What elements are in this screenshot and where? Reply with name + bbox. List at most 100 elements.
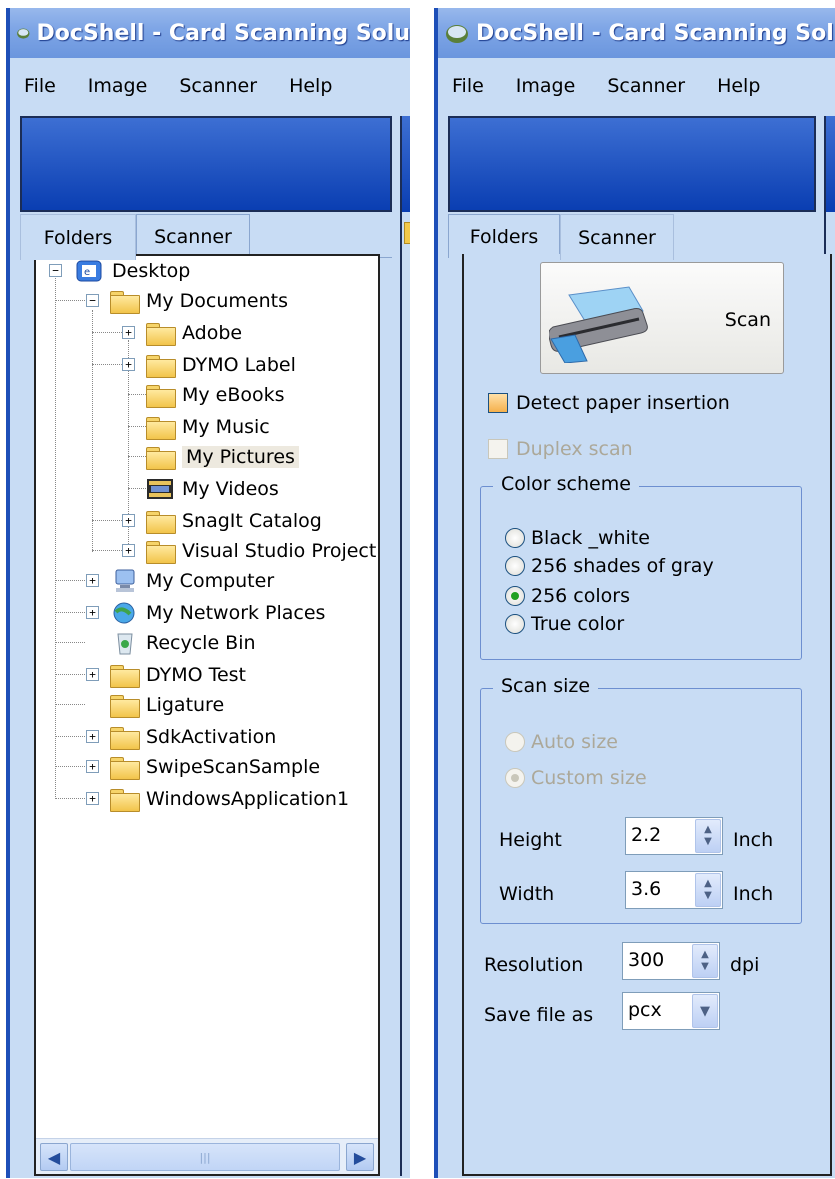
folder-tree[interactable]: − − + + + + + + + + + + e Desktop My Doc… [34, 254, 380, 1176]
folder-icon [110, 725, 140, 750]
radio-256-gray[interactable]: 256 shades of gray [505, 555, 714, 577]
menu-image[interactable]: Image [516, 75, 576, 97]
resolution-unit: dpi [730, 954, 760, 976]
horizontal-scrollbar[interactable]: ◀ ||| ▶ [36, 1138, 378, 1174]
expand-network-places[interactable]: + [86, 606, 99, 619]
right-window: DocShell - Card Scanning Sol File Image … [434, 8, 835, 1178]
scroll-left-button[interactable]: ◀ [40, 1143, 68, 1171]
folder-icon [110, 663, 140, 688]
tab-folders[interactable]: Folders [448, 214, 560, 258]
radio-custom-size: Custom size [505, 767, 647, 789]
menu-file[interactable]: File [452, 75, 484, 97]
tree-item-snagit-catalog[interactable]: SnagIt Catalog [146, 506, 322, 536]
scroll-thumb[interactable]: ||| [70, 1143, 340, 1171]
docshell-app-icon [446, 25, 468, 43]
menu-scanner[interactable]: Scanner [607, 75, 685, 97]
radio-dot [505, 528, 525, 548]
radio-true-color[interactable]: True color [505, 613, 624, 635]
chevron-down-icon[interactable]: ▼ [692, 994, 718, 1028]
expand-visual-studio[interactable]: + [122, 544, 135, 557]
tree-label: SdkActivation [146, 726, 277, 748]
menu-scanner[interactable]: Scanner [179, 75, 257, 97]
window-title: DocShell - Card Scanning Solu [36, 20, 410, 46]
folder-icon [146, 353, 176, 378]
spin-arrows-icon[interactable]: ▲ ▼ [695, 873, 721, 907]
computer-icon [115, 569, 135, 592]
tree-label: Visual Studio Project [182, 540, 377, 562]
title-bar[interactable]: DocShell - Card Scanning Solu [10, 8, 410, 58]
tree-label: SnagIt Catalog [182, 510, 322, 532]
tree-item-sdkactivation[interactable]: SdkActivation [110, 722, 276, 752]
tree-item-ligature[interactable]: Ligature [110, 690, 224, 720]
svg-text:e: e [84, 267, 90, 278]
tree-item-recycle-bin[interactable]: Recycle Bin [110, 628, 256, 658]
folder-icon [404, 222, 410, 244]
tree-item-my-videos[interactable]: My Videos [146, 474, 279, 504]
tree-label: SwipeScanSample [146, 756, 321, 778]
tree-item-dymo-test[interactable]: DYMO Test [110, 660, 246, 690]
menu-help[interactable]: Help [717, 75, 760, 97]
expand-sdkactivation[interactable]: + [86, 730, 99, 743]
tree-item-my-network-places[interactable]: My Network Places [110, 598, 325, 628]
tree-item-adobe[interactable]: Adobe [146, 318, 242, 348]
radio-label: Black _white [531, 527, 650, 549]
tree-item-my-pictures[interactable]: My Pictures [146, 442, 299, 472]
tree-item-dymo-label[interactable]: DYMO Label [146, 350, 296, 380]
detect-paper-checkbox[interactable]: Detect paper insertion [488, 392, 730, 414]
scan-button[interactable]: Scan [540, 262, 784, 374]
scroll-right-button[interactable]: ▶ [346, 1143, 374, 1171]
scan-size-group: Scan size Auto size Custom size Height 2… [480, 675, 802, 924]
documents-folder-icon [110, 289, 140, 314]
collapse-desktop[interactable]: − [49, 264, 62, 277]
tree-label: Recycle Bin [146, 632, 256, 654]
videos-folder-icon [147, 479, 173, 499]
folder-icon [146, 383, 176, 408]
tree-item-my-computer[interactable]: My Computer [110, 566, 274, 596]
docshell-app-icon [17, 28, 30, 39]
radio-black-white[interactable]: Black _white [505, 527, 650, 549]
save-as-label: Save file as [484, 1004, 594, 1026]
scan-label: Scan [724, 309, 771, 331]
menu-file[interactable]: File [24, 75, 56, 97]
expand-snagit-catalog[interactable]: + [122, 514, 135, 527]
folder-icon [146, 321, 176, 346]
collapse-my-documents[interactable]: − [86, 294, 99, 307]
tree-item-my-documents[interactable]: My Documents [110, 286, 288, 316]
radio-label: Auto size [531, 731, 618, 753]
tree-item-desktop[interactable]: e Desktop [74, 256, 190, 286]
resolution-spinner[interactable]: 300 ▲ ▼ [622, 942, 720, 980]
expand-adobe[interactable]: + [122, 326, 135, 339]
expand-windowsapplication1[interactable]: + [86, 792, 99, 805]
tab-scanner[interactable]: Scanner [560, 214, 674, 260]
expand-swipescansample[interactable]: + [86, 760, 99, 773]
tree-item-my-music[interactable]: My Music [146, 412, 270, 442]
tree-item-visual-studio-project[interactable]: Visual Studio Project [146, 536, 376, 566]
tree-label: My Computer [146, 570, 275, 592]
save-as-select[interactable]: pcx ▼ [622, 992, 720, 1030]
height-spinner[interactable]: 2.2 ▲ ▼ [625, 817, 723, 855]
tree-item-swipescansample[interactable]: SwipeScanSample [110, 752, 320, 782]
tree-item-windowsapplication1[interactable]: WindowsApplication1 [110, 784, 349, 814]
save-as-value: pcx [628, 999, 662, 1021]
expand-dymo-test[interactable]: + [86, 668, 99, 681]
width-label: Width [499, 883, 555, 905]
radio-label: True color [531, 613, 625, 635]
spin-arrows-icon[interactable]: ▲ ▼ [695, 819, 721, 853]
expand-my-computer[interactable]: + [86, 574, 99, 587]
menu-help[interactable]: Help [289, 75, 332, 97]
color-scheme-title: Color scheme [493, 473, 639, 495]
tab-folders[interactable]: Folders [20, 214, 136, 260]
radio-auto-size: Auto size [505, 731, 618, 753]
width-spinner[interactable]: 3.6 ▲ ▼ [625, 871, 723, 909]
menu-image[interactable]: Image [88, 75, 148, 97]
folder-icon [146, 509, 176, 534]
tree-label: WindowsApplication1 [146, 788, 350, 810]
title-bar[interactable]: DocShell - Card Scanning Sol [438, 8, 835, 58]
radio-256-colors[interactable]: 256 colors [505, 585, 630, 607]
expand-dymo-label[interactable]: + [122, 358, 135, 371]
tree-item-my-ebooks[interactable]: My eBooks [146, 380, 285, 410]
spin-arrows-icon[interactable]: ▲ ▼ [692, 944, 718, 978]
music-folder-icon [146, 415, 176, 440]
tab-scanner[interactable]: Scanner [136, 214, 250, 258]
duplex-label: Duplex scan [516, 438, 633, 460]
